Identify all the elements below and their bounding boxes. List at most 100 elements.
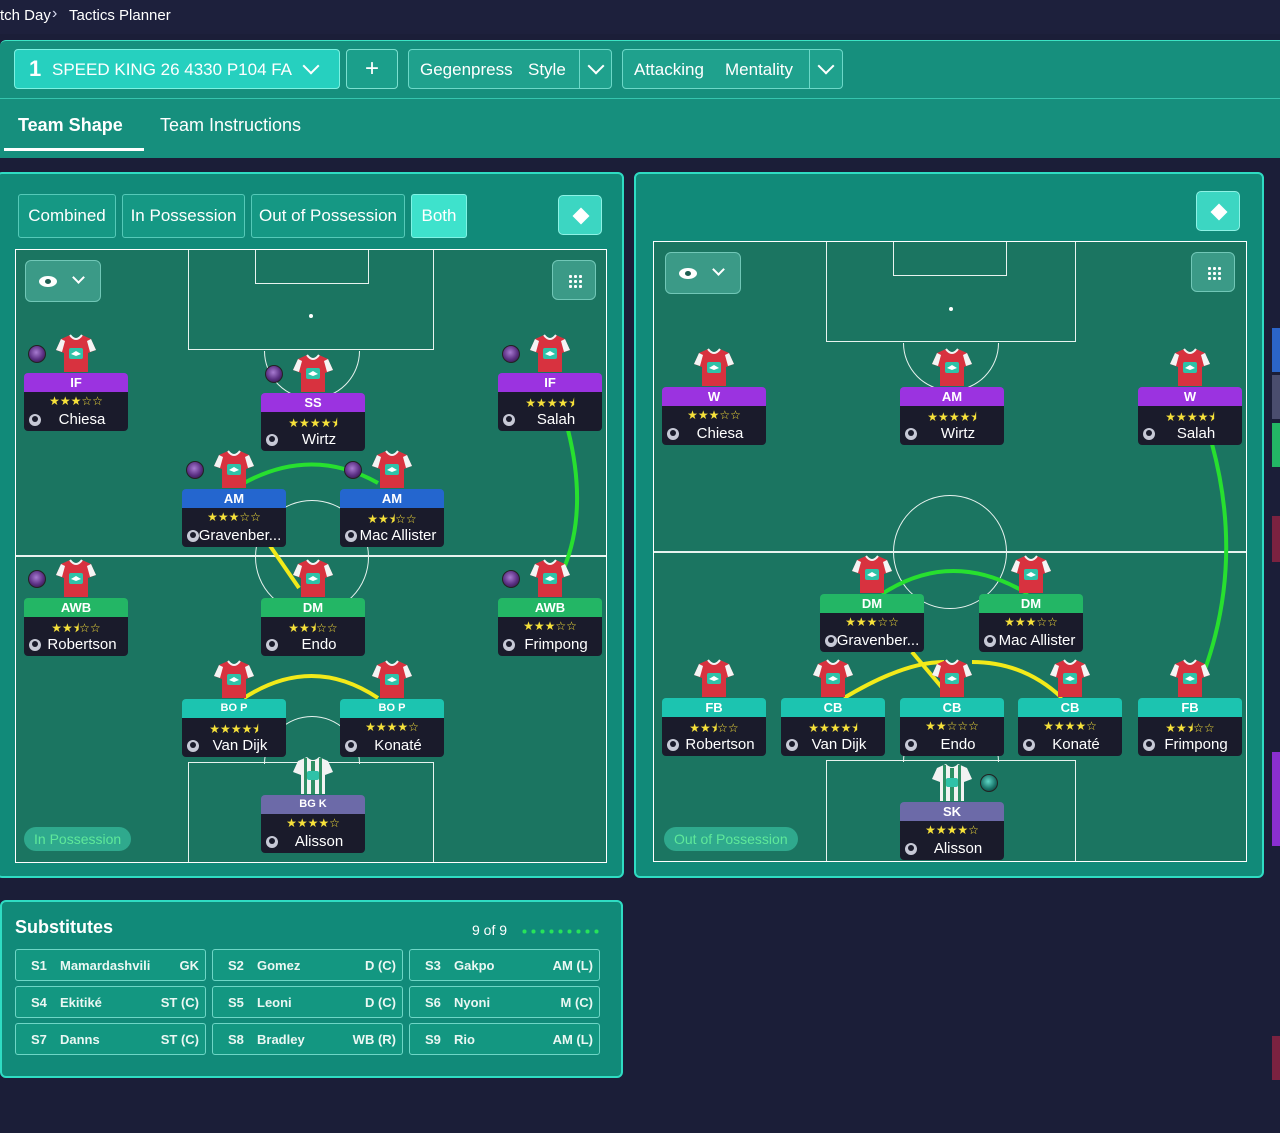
substitute-slot: S1 bbox=[31, 958, 47, 973]
player-card[interactable]: FB ★★⯨☆☆ Frimpong bbox=[1138, 698, 1242, 756]
player-card[interactable]: W ★★★☆☆ Chiesa bbox=[662, 387, 766, 445]
chevron-down-icon bbox=[712, 263, 725, 276]
player-role: IF bbox=[24, 373, 128, 392]
player-card[interactable]: AM ★★⯨☆☆ Mac Allister bbox=[340, 489, 444, 547]
player-shirt-icon bbox=[1049, 658, 1091, 698]
player-role: AM bbox=[900, 387, 1004, 406]
player-card[interactable]: SK ★★★★☆ Alisson bbox=[900, 802, 1004, 860]
chevron-down-icon bbox=[72, 271, 85, 284]
tactic-select[interactable]: 1 SPEED KING 26 4330 P104 FA bbox=[14, 49, 340, 89]
substitute-position: D (C) bbox=[364, 995, 396, 1010]
player-card[interactable]: SS ★★★★⯨ Wirtz bbox=[261, 393, 365, 451]
player-card[interactable]: CB ★★☆☆☆ Endo bbox=[900, 698, 1004, 756]
substitute-item[interactable]: S9 Rio AM (L) bbox=[409, 1023, 600, 1055]
pitch-settings-button[interactable] bbox=[558, 195, 602, 235]
player-rating-stars: ★★★☆☆ bbox=[207, 510, 261, 524]
link-w-fb bbox=[1202, 443, 1229, 673]
player-card[interactable]: W ★★★★⯨ Salah bbox=[1138, 387, 1242, 445]
player-card[interactable]: DM ★★⯨☆☆ Endo bbox=[261, 598, 365, 656]
player-card[interactable]: CB ★★★★☆ Konaté bbox=[1018, 698, 1122, 756]
player-role: SK bbox=[900, 802, 1004, 821]
view-combined-button[interactable]: Combined bbox=[18, 194, 116, 238]
player-card[interactable]: AM ★★★★⯨ Wirtz bbox=[900, 387, 1004, 445]
player-card[interactable]: AM ★★★☆☆ Gravenber... bbox=[182, 489, 286, 547]
player-name: Salah bbox=[1176, 425, 1216, 442]
substitute-name: Nyoni bbox=[454, 995, 491, 1010]
player-name: Alisson bbox=[933, 840, 983, 857]
centre-circle bbox=[893, 495, 1007, 609]
substitute-item[interactable]: S5 Leoni D (C) bbox=[212, 986, 403, 1018]
player-rating-stars: ★★★★☆ bbox=[925, 823, 979, 837]
player-card[interactable]: AWB ★★★☆☆ Frimpong bbox=[498, 598, 602, 656]
player-card-body: ★★★★⯨ Van Dijk bbox=[781, 717, 885, 756]
player-card[interactable]: AWB ★★⯨☆☆ Robertson bbox=[24, 598, 128, 656]
pitch-settings-button[interactable] bbox=[1196, 191, 1240, 231]
player-name: Wirtz bbox=[301, 431, 337, 448]
substitute-item[interactable]: S7 Danns ST (C) bbox=[15, 1023, 206, 1055]
link-cb-cb bbox=[842, 660, 945, 700]
goal-area-top bbox=[255, 250, 369, 284]
substitute-item[interactable]: S8 Bradley WB (R) bbox=[212, 1023, 403, 1055]
add-tactic-button[interactable]: + bbox=[346, 49, 398, 89]
player-card[interactable]: IF ★★★☆☆ Chiesa bbox=[24, 373, 128, 431]
player-card-body: ★★★★☆ Alisson bbox=[261, 814, 365, 853]
grid-view-button[interactable] bbox=[552, 260, 596, 300]
style-dropdown[interactable]: Gegenpress Style bbox=[408, 49, 612, 89]
player-name: Van Dijk bbox=[811, 736, 867, 753]
substitute-position: ST (C) bbox=[160, 995, 199, 1010]
player-card[interactable]: BO P ★★★★☆ Konaté bbox=[340, 699, 444, 757]
player-rating-stars: ★★★☆☆ bbox=[1004, 615, 1058, 629]
player-shirt-icon bbox=[931, 658, 973, 698]
grid-icon bbox=[568, 274, 582, 288]
view-in-possession-button[interactable]: In Possession bbox=[122, 194, 245, 238]
chevron-right-icon: › bbox=[52, 5, 58, 22]
mode-label-in-possession: In Possession bbox=[24, 827, 132, 851]
player-shirt-icon bbox=[812, 658, 854, 698]
player-shirt-icon bbox=[292, 353, 334, 393]
player-card[interactable]: BG K ★★★★☆ Alisson bbox=[261, 795, 365, 853]
player-name: Alisson bbox=[294, 833, 344, 850]
style-label: Style bbox=[528, 60, 566, 79]
visibility-toggle[interactable] bbox=[25, 260, 101, 302]
chevron-down-icon bbox=[302, 57, 320, 75]
player-shirt-icon bbox=[371, 659, 413, 699]
player-card[interactable]: IF ★★★★⯨ Salah bbox=[498, 373, 602, 431]
player-role: CB bbox=[900, 698, 1004, 717]
tab-team-instructions[interactable]: Team Instructions bbox=[160, 115, 301, 136]
player-card[interactable]: CB ★★★★⯨ Van Dijk bbox=[781, 698, 885, 756]
mentality-value: Attacking bbox=[634, 60, 704, 79]
pitch-out-of-possession: Out of Possession W ★★★☆☆ Chiesa AM ★★★★⯨ Wir… bbox=[653, 241, 1247, 862]
mentality-label: Mentality bbox=[725, 60, 794, 79]
substitute-item[interactable]: S1 Mamardashvili GK bbox=[15, 949, 206, 981]
player-shirt-icon bbox=[213, 449, 255, 489]
player-status-icon bbox=[28, 345, 46, 363]
substitute-item[interactable]: S6 Nyoni M (C) bbox=[409, 986, 600, 1018]
player-card-body: ★★★★⯨ Wirtz bbox=[261, 412, 365, 451]
substitute-item[interactable]: S3 Gakpo AM (L) bbox=[409, 949, 600, 981]
player-card[interactable]: FB ★★⯨☆☆ Robertson bbox=[662, 698, 766, 756]
penalty-spot bbox=[949, 307, 953, 311]
player-rating-stars: ★★★☆☆ bbox=[845, 615, 899, 629]
player-name: Mac Allister bbox=[359, 527, 437, 544]
player-status-icon bbox=[265, 365, 283, 383]
view-out-of-possession-button[interactable]: Out of Possession bbox=[251, 194, 405, 238]
player-shirt-icon bbox=[693, 658, 735, 698]
tab-team-shape[interactable]: Team Shape bbox=[18, 115, 123, 136]
diamond-icon bbox=[1210, 203, 1228, 221]
substitute-item[interactable]: S2 Gomez D (C) bbox=[212, 949, 403, 981]
view-both-button[interactable]: Both bbox=[411, 194, 467, 238]
player-shirt-icon bbox=[55, 333, 97, 373]
grid-icon bbox=[1207, 266, 1221, 280]
player-card[interactable]: DM ★★★☆☆ Mac Allister bbox=[979, 594, 1083, 652]
breadcrumb-parent[interactable]: tch Day bbox=[0, 7, 51, 24]
player-card[interactable]: DM ★★★☆☆ Gravenber... bbox=[820, 594, 924, 652]
substitute-item[interactable]: S4 Ekitiké ST (C) bbox=[15, 986, 206, 1018]
player-card[interactable]: BO P ★★★★⯨ Van Dijk bbox=[182, 699, 286, 757]
grid-view-button[interactable] bbox=[1191, 252, 1235, 292]
mentality-dropdown[interactable]: Attacking Mentality bbox=[622, 49, 843, 89]
header-divider bbox=[0, 98, 1280, 99]
player-role: AWB bbox=[24, 598, 128, 617]
visibility-toggle[interactable] bbox=[665, 252, 741, 294]
tactic-number: 1 bbox=[29, 56, 42, 81]
player-name: Van Dijk bbox=[212, 737, 268, 754]
